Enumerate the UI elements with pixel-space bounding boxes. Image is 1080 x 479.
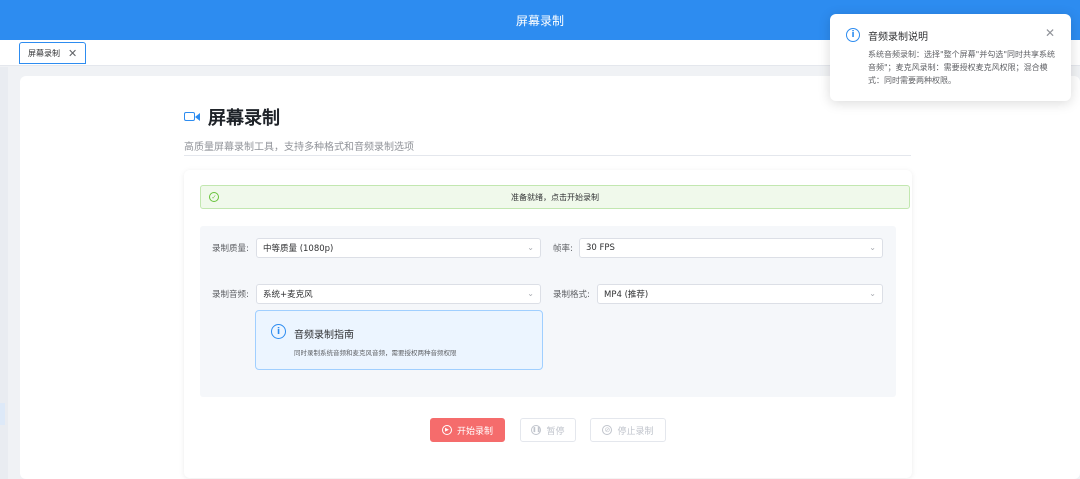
start-label: 开始录制 <box>456 426 493 437</box>
quality-label: 录制质量: <box>212 244 249 254</box>
audio-select[interactable]: 系统+麦克风 ⌄ <box>256 284 541 304</box>
info-icon: i <box>846 28 860 42</box>
pause-button[interactable]: ❚❚ 暂停 <box>520 418 576 442</box>
audio-guide-title: 音频录制指南 <box>294 330 354 341</box>
notification-popup: i 音频录制说明 ✕ 系统音频录制：选择"整个屏幕"并勾选"同时共享系统音频"；… <box>830 14 1071 101</box>
fps-value: 30 FPS <box>586 243 615 253</box>
stop-recording-button[interactable]: ⊘ 停止录制 <box>590 418 666 442</box>
page-title: 屏幕录制 <box>208 108 280 129</box>
check-circle-icon: ✓ <box>209 192 219 202</box>
sidebar-active-marker <box>0 403 5 425</box>
quality-value: 中等质量 (1080p) <box>263 244 334 254</box>
stop-icon: ⊘ <box>602 425 613 435</box>
app-title: 屏幕录制 <box>515 13 564 28</box>
chevron-down-icon: ⌄ <box>869 243 876 252</box>
header-divider <box>184 155 911 156</box>
status-alert: ✓ 准备就绪，点击开始录制 <box>200 185 910 209</box>
notification-title: 音频录制说明 <box>868 32 928 43</box>
notification-body: 系统音频录制：选择"整个屏幕"并勾选"同时共享系统音频"；麦克风录制：需要授权麦… <box>868 50 1056 85</box>
video-camera-icon <box>184 111 200 123</box>
quality-select[interactable]: 中等质量 (1080p) ⌄ <box>256 238 541 258</box>
fps-select[interactable]: 30 FPS ⌄ <box>579 238 883 258</box>
stop-label: 停止录制 <box>617 426 654 437</box>
chevron-down-icon: ⌄ <box>527 243 534 252</box>
status-text: 准备就绪，点击开始录制 <box>511 192 599 202</box>
audio-guide-box: i 音频录制指南 同时录制系统音频和麦克风音频，需要授权两种音频权限 <box>255 310 543 370</box>
play-circle-icon: ▶ <box>441 425 452 435</box>
close-icon[interactable]: ✕ <box>68 48 77 59</box>
format-label: 录制格式: <box>553 290 590 300</box>
close-icon[interactable]: ✕ <box>1045 27 1055 39</box>
tab-label: 屏幕录制 <box>28 48 60 58</box>
pause-label: 暂停 <box>546 426 565 437</box>
audio-guide-description: 同时录制系统音频和麦克风音频，需要授权两种音频权限 <box>294 349 457 357</box>
page-header: 屏幕录制 高质量屏幕录制工具，支持多种格式和音频录制选项 <box>184 104 912 153</box>
audio-value: 系统+麦克风 <box>263 290 313 300</box>
info-icon: i <box>271 324 286 339</box>
chevron-down-icon: ⌄ <box>527 289 534 298</box>
audio-label: 录制音频: <box>212 290 249 300</box>
page-subtitle: 高质量屏幕录制工具，支持多种格式和音频录制选项 <box>184 142 414 153</box>
format-value: MP4 (推荐) <box>604 290 649 300</box>
pause-circle-icon: ❚❚ <box>531 425 542 435</box>
tab-screen-recording[interactable]: 屏幕录制 ✕ <box>19 42 87 64</box>
start-recording-button[interactable]: ▶ 开始录制 <box>430 418 505 442</box>
sidebar-collapsed <box>0 67 8 479</box>
chevron-down-icon: ⌄ <box>869 289 876 298</box>
fps-label: 帧率: <box>553 244 573 254</box>
format-select[interactable]: MP4 (推荐) ⌄ <box>597 284 883 304</box>
